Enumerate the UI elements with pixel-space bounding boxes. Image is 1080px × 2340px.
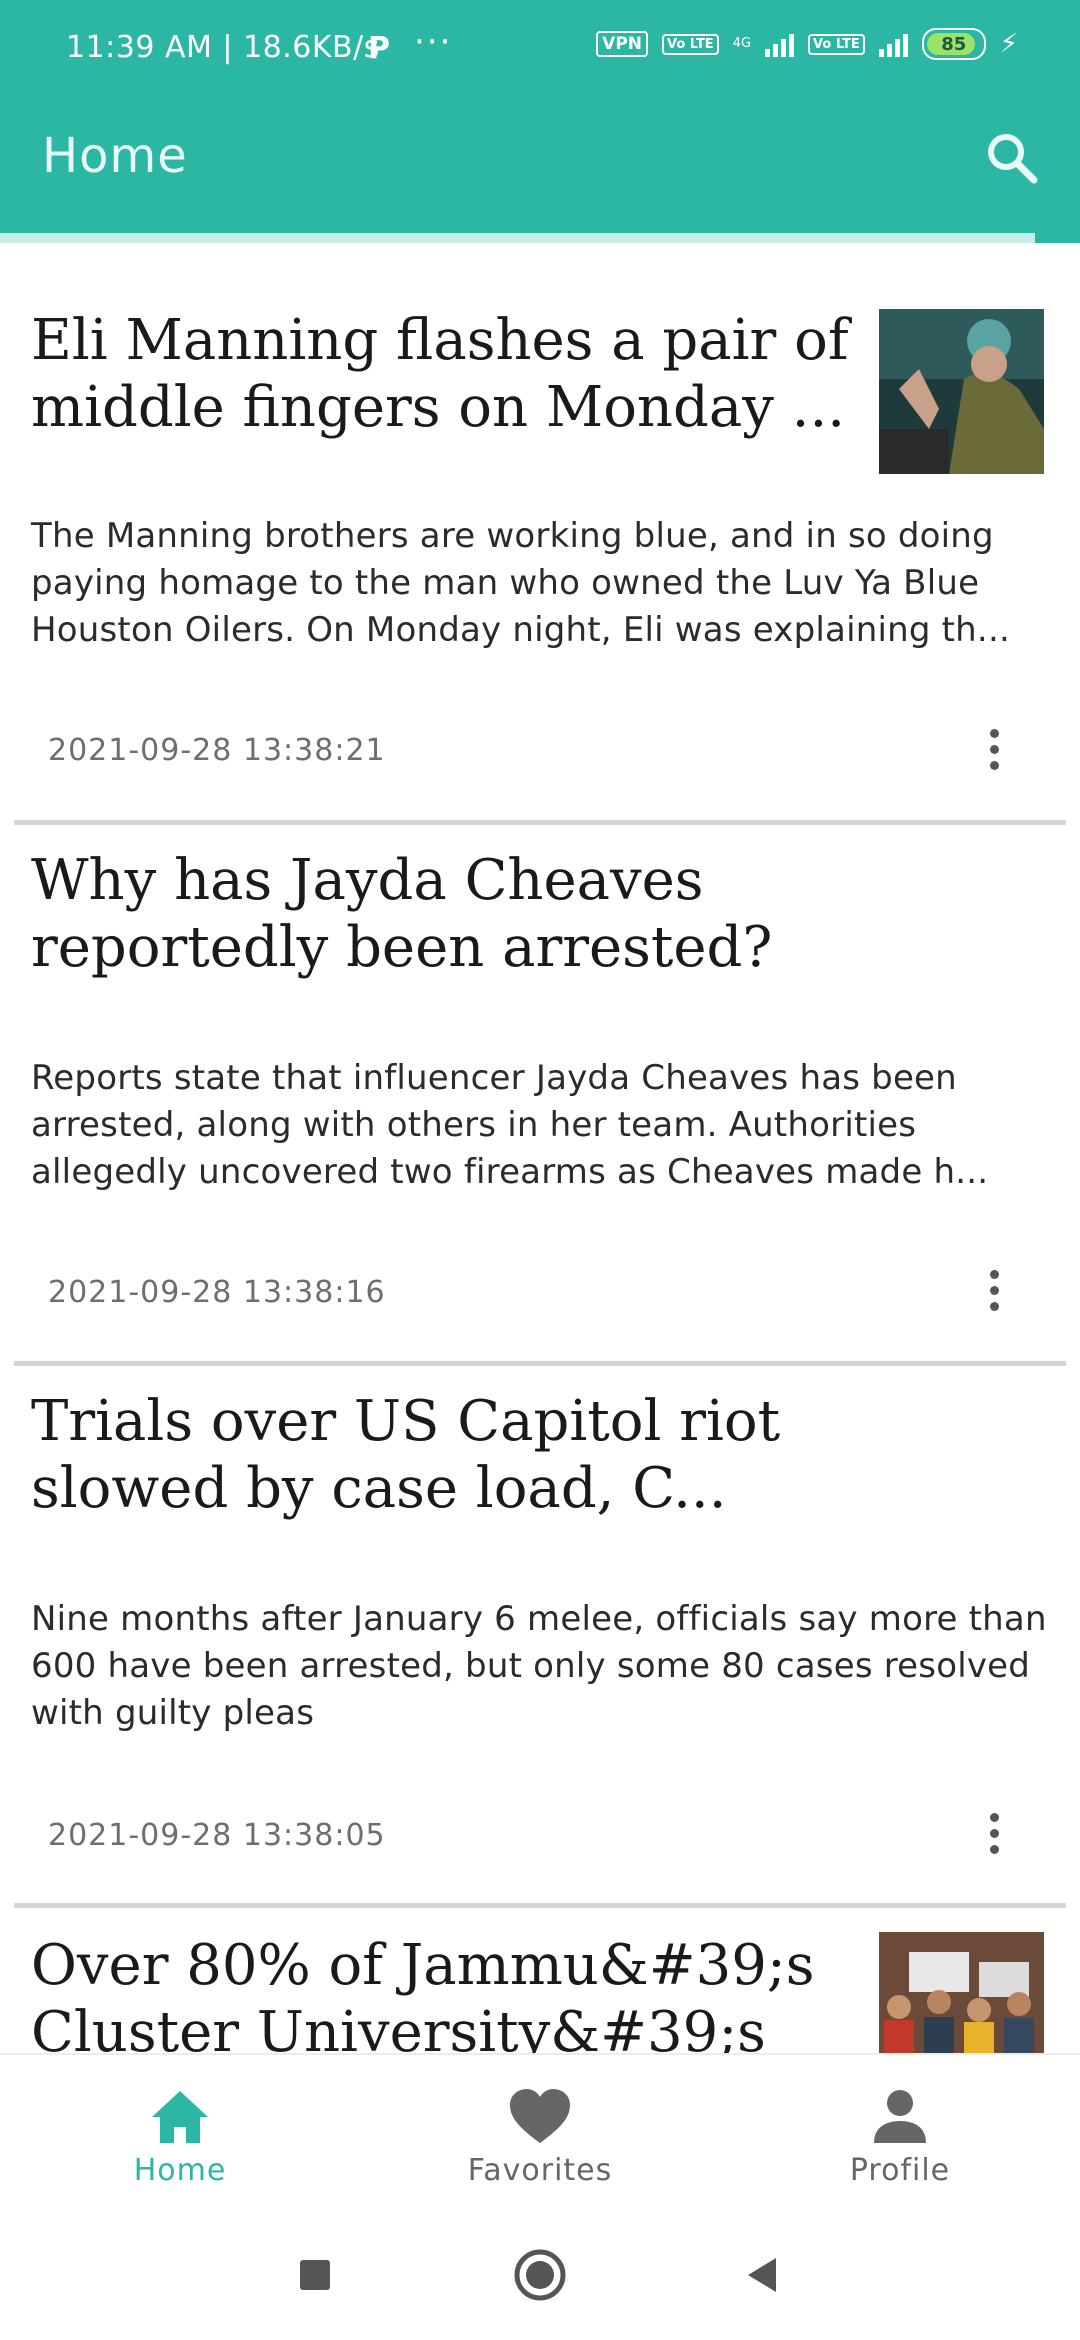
system-navigation-bar: [0, 2210, 1080, 2340]
article-title: Trials over US Capitol riot slowed by ca…: [31, 1389, 781, 1521]
parking-icon: P: [368, 30, 390, 66]
volte-badge-2: Vo LTE: [808, 33, 865, 55]
battery-level: 85: [941, 33, 967, 55]
article-title: Eli Manning flashes a pair of middle fin…: [31, 308, 849, 440]
signal-icon-2: [878, 31, 908, 57]
circle-icon: [514, 2249, 566, 2301]
article-card[interactable]: Why has Jayda Cheaves reportedly been ar…: [0, 825, 1080, 1365]
page-title: Home: [42, 128, 188, 184]
nav-profile[interactable]: Profile: [720, 2055, 1080, 2212]
article-card[interactable]: Eli Manning flashes a pair of middle fin…: [0, 243, 1080, 823]
back-triangle-icon: [748, 2258, 776, 2292]
article-feed[interactable]: Eli Manning flashes a pair of middle fin…: [0, 243, 1080, 2053]
more-options-button[interactable]: [974, 1803, 1014, 1863]
recents-button[interactable]: [290, 2250, 340, 2300]
article-date: 2021-09-28 13:38:05: [48, 1818, 386, 1853]
back-button[interactable]: [738, 2250, 788, 2300]
more-vert-icon: [989, 728, 999, 738]
home-icon: [152, 2091, 208, 2143]
heart-icon: [510, 2089, 570, 2143]
nav-label: Profile: [849, 2153, 951, 2188]
network-type: 4G: [732, 36, 752, 51]
article-title: Over 80% of Jammu&#39;s Cluster Universi…: [31, 1933, 815, 2053]
article-summary: The Manning brothers are working blue, a…: [31, 516, 1010, 650]
article-date: 2021-09-28 13:38:21: [48, 733, 386, 768]
nav-label: Favorites: [467, 2153, 613, 2188]
article-card[interactable]: Trials over US Capitol riot slowed by ca…: [0, 1366, 1080, 1906]
bottom-navigation: Home Favorites Profile: [0, 2053, 1080, 2212]
article-thumbnail[interactable]: [879, 1932, 1044, 2053]
more-notifications-icon: ···: [414, 22, 453, 62]
app-bar-progress-fill: [1035, 233, 1080, 243]
more-vert-icon: [989, 1269, 999, 1279]
app-bar-progress-track: [0, 233, 1035, 243]
volte-badge: Vo LTE: [662, 33, 719, 55]
more-options-button[interactable]: [974, 719, 1014, 779]
article-summary: Reports state that influencer Jayda Chea…: [31, 1058, 989, 1192]
search-button[interactable]: [982, 128, 1042, 188]
more-vert-icon: [989, 1812, 999, 1822]
status-indicators: VPN Vo LTE 4G Vo LTE 85 ⚡: [596, 28, 1018, 60]
battery-icon: 85: [921, 28, 986, 60]
article-card[interactable]: Over 80% of Jammu&#39;s Cluster Universi…: [0, 1908, 1080, 2053]
status-time: 11:39 AM | 18.6KB/s: [66, 30, 380, 65]
article-title: Why has Jayda Cheaves reportedly been ar…: [31, 848, 773, 980]
article-date: 2021-09-28 13:38:16: [48, 1275, 386, 1310]
vpn-badge: VPN: [596, 31, 648, 57]
home-button[interactable]: [513, 2248, 567, 2302]
nav-label: Home: [133, 2153, 227, 2188]
more-options-button[interactable]: [974, 1260, 1014, 1320]
signal-icon: [765, 31, 795, 57]
charging-icon: ⚡: [999, 29, 1018, 59]
nav-home[interactable]: Home: [0, 2055, 360, 2212]
square-icon: [300, 2260, 330, 2290]
status-bar: 11:39 AM | 18.6KB/s P ··· VPN Vo LTE 4G …: [0, 0, 1080, 100]
search-icon: [988, 134, 1038, 184]
person-icon: [874, 2090, 926, 2143]
nav-favorites[interactable]: Favorites: [360, 2055, 720, 2212]
article-thumbnail[interactable]: [879, 309, 1044, 474]
article-summary: Nine months after January 6 melee, offic…: [31, 1599, 1047, 1733]
